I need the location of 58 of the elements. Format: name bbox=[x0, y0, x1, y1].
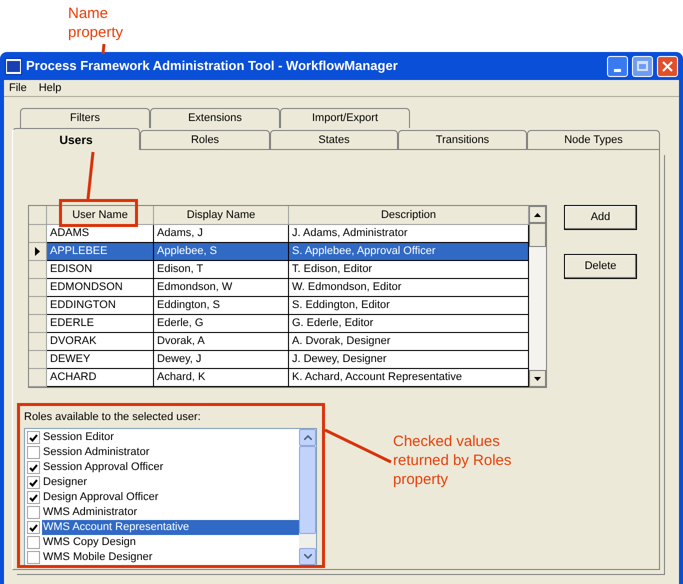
checkbox[interactable] bbox=[27, 431, 40, 444]
tab[interactable]: Transitions bbox=[398, 130, 527, 150]
list-item[interactable]: Session Administrator bbox=[42, 445, 299, 460]
menu-item[interactable]: File bbox=[9, 80, 27, 96]
scroll-thumb[interactable] bbox=[299, 446, 316, 534]
column-header[interactable]: Display Name bbox=[154, 206, 289, 225]
checkbox[interactable] bbox=[27, 461, 40, 474]
table-cell: K. Achard, Account Representative bbox=[289, 369, 529, 387]
checkbox[interactable] bbox=[27, 476, 40, 489]
table-cell: ACHARD bbox=[47, 369, 154, 387]
menu-item[interactable]: Help bbox=[38, 80, 62, 96]
maximize-button[interactable] bbox=[632, 56, 653, 76]
row-pointer-icon bbox=[35, 247, 40, 256]
leader-line bbox=[324, 428, 392, 464]
list-item[interactable]: WMS Account Representative bbox=[42, 520, 299, 535]
roles-label: Roles available to the selected user: bbox=[24, 410, 202, 424]
maximize-icon bbox=[637, 61, 648, 71]
checkbox[interactable] bbox=[27, 551, 40, 564]
tab[interactable]: Import/Export bbox=[280, 108, 410, 128]
tab[interactable]: Roles bbox=[140, 130, 270, 150]
list-item[interactable]: Session Approval Officer bbox=[42, 460, 299, 475]
list-item[interactable]: WMS Mobile Designer bbox=[42, 550, 299, 565]
window-title: Process Framework Administration Tool - WorkflowManager bbox=[26, 57, 399, 76]
push-button[interactable]: Add bbox=[564, 205, 637, 230]
scroll-thumb[interactable] bbox=[529, 223, 546, 247]
minimize-icon bbox=[614, 68, 621, 72]
push-button[interactable]: Delete bbox=[564, 254, 637, 279]
tab[interactable]: Extensions bbox=[150, 108, 280, 128]
leader-line bbox=[86, 152, 94, 200]
app-logo-icon bbox=[5, 58, 22, 74]
tab[interactable]: Node Types bbox=[527, 130, 660, 150]
checkbox[interactable] bbox=[27, 536, 40, 549]
scrollbar[interactable] bbox=[529, 206, 546, 387]
table-cell: Achard, K bbox=[154, 369, 289, 387]
callout-text: Name property bbox=[68, 4, 124, 42]
minimize-button[interactable] bbox=[607, 56, 628, 76]
checkbox[interactable] bbox=[27, 521, 40, 534]
scrollbar[interactable] bbox=[299, 429, 316, 565]
tab[interactable]: Filters bbox=[20, 108, 150, 128]
row-header[interactable] bbox=[29, 243, 47, 261]
list-item[interactable]: Session Editor bbox=[42, 430, 299, 445]
tab[interactable]: States bbox=[270, 130, 398, 150]
checkbox[interactable] bbox=[27, 446, 40, 459]
tab[interactable]: Users bbox=[12, 128, 140, 150]
list-item[interactable]: WMS Administrator bbox=[42, 505, 299, 520]
checkbox[interactable] bbox=[27, 491, 40, 504]
scroll-down-icon[interactable] bbox=[529, 370, 546, 387]
list-item[interactable]: WMS Copy Design bbox=[42, 535, 299, 550]
list-item[interactable]: Designer bbox=[42, 475, 299, 490]
scroll-up-icon[interactable] bbox=[529, 206, 546, 223]
callout-text: Checked values returned by Roles property bbox=[393, 432, 512, 489]
close-icon bbox=[662, 60, 673, 72]
leader-line bbox=[102, 44, 106, 54]
close-button[interactable] bbox=[657, 56, 678, 76]
column-header[interactable]: User Name bbox=[47, 206, 154, 225]
list-item[interactable]: Design Approval Officer bbox=[42, 490, 299, 505]
column-header[interactable]: Description bbox=[289, 206, 529, 225]
checkbox[interactable] bbox=[27, 506, 40, 519]
